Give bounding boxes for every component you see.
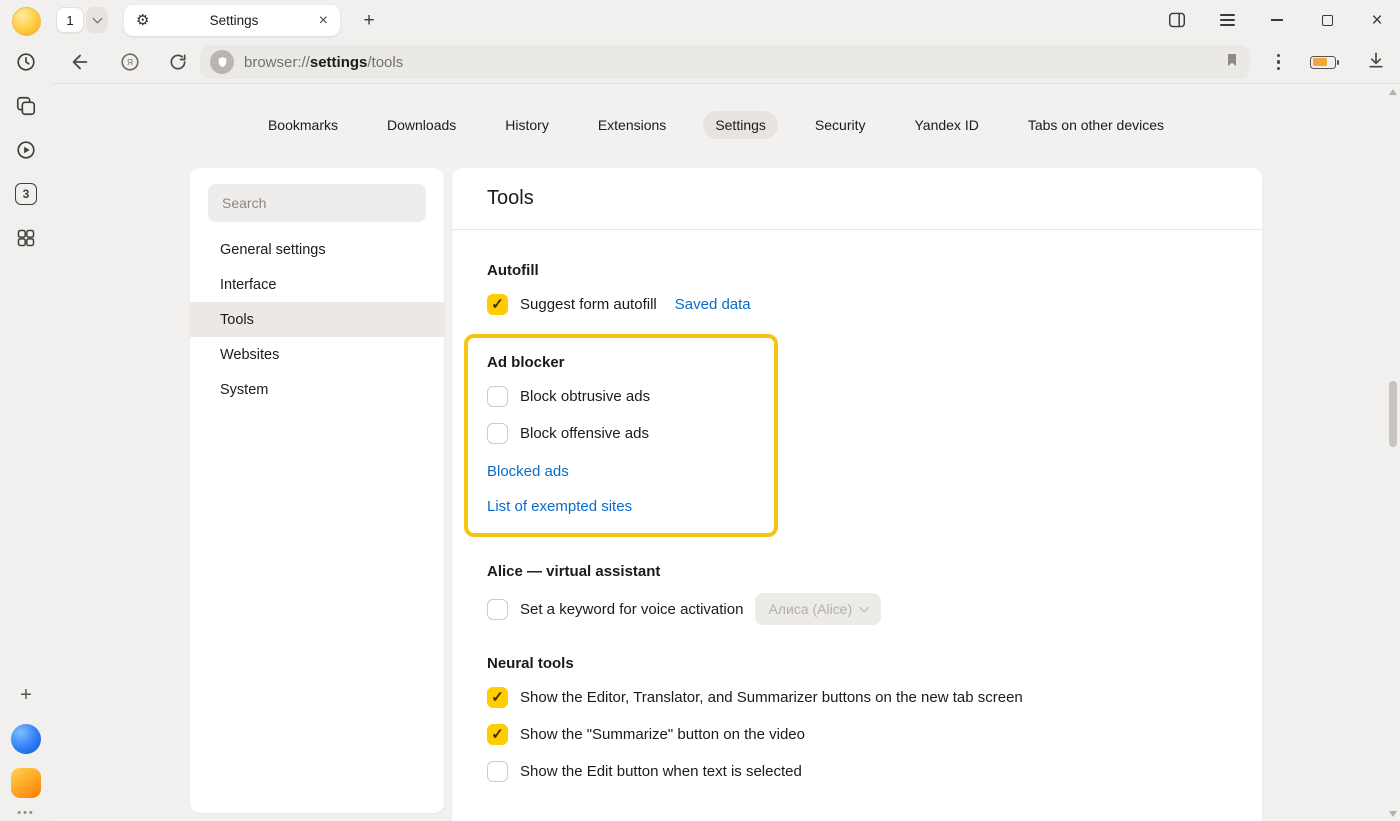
url-prefix: browser:// bbox=[244, 54, 310, 71]
apps-grid-icon[interactable] bbox=[8, 220, 44, 256]
neural-tools-heading: Neural tools bbox=[487, 655, 1227, 672]
alice-keyword-checkbox[interactable] bbox=[487, 599, 508, 620]
neural-edit-row: Show the Edit button when text is select… bbox=[487, 759, 1227, 783]
tab-group-count[interactable]: 1 bbox=[56, 7, 84, 33]
tab-close-icon[interactable]: × bbox=[319, 13, 328, 29]
neural-editor-label: Show the Editor, Translator, and Summari… bbox=[520, 689, 1023, 706]
side-panel-icon[interactable] bbox=[1168, 11, 1186, 29]
close-button[interactable]: × bbox=[1368, 11, 1386, 29]
chevron-down-icon bbox=[92, 13, 102, 23]
settings-section-list: General settings Interface Tools Website… bbox=[190, 232, 444, 407]
neural-summarize-label: Show the "Summarize" button on the video bbox=[520, 726, 805, 743]
app-icon-blue[interactable] bbox=[8, 721, 44, 757]
nav-security[interactable]: Security bbox=[803, 111, 878, 139]
url-highlight: settings bbox=[310, 54, 368, 71]
block-obtrusive-checkbox[interactable] bbox=[487, 386, 508, 407]
nav-downloads[interactable]: Downloads bbox=[375, 111, 468, 139]
battery-icon[interactable] bbox=[1310, 56, 1336, 69]
sidebar-item-tools[interactable]: Tools bbox=[190, 302, 444, 337]
scroll-up-icon[interactable] bbox=[1389, 89, 1397, 95]
sidebar-item-general[interactable]: General settings bbox=[190, 232, 444, 267]
autofill-heading: Autofill bbox=[487, 262, 1227, 279]
block-offensive-checkbox[interactable] bbox=[487, 423, 508, 444]
scroll-down-icon[interactable] bbox=[1389, 811, 1397, 817]
exempted-sites-link[interactable]: List of exempted sites bbox=[487, 498, 632, 515]
blocked-ads-link[interactable]: Blocked ads bbox=[487, 463, 569, 480]
block-offensive-row: Block offensive ads bbox=[487, 421, 754, 445]
nav-yandex-id[interactable]: Yandex ID bbox=[902, 111, 990, 139]
bookmark-icon[interactable] bbox=[1224, 52, 1240, 73]
neural-summarize-checkbox[interactable] bbox=[487, 724, 508, 745]
tools-content-card: Tools Autofill Suggest form autofill Sav… bbox=[452, 168, 1262, 821]
suggest-autofill-checkbox[interactable] bbox=[487, 294, 508, 315]
settings-top-nav: Bookmarks Downloads History Extensions S… bbox=[52, 111, 1380, 139]
video-play-icon[interactable] bbox=[8, 132, 44, 168]
new-tab-button[interactable]: + bbox=[356, 8, 382, 34]
tab-title: Settings bbox=[157, 13, 310, 28]
neural-summarize-row: Show the "Summarize" button on the video bbox=[487, 722, 1227, 746]
tab-group-control: 1 bbox=[56, 7, 108, 33]
nav-tabs-other-devices[interactable]: Tabs on other devices bbox=[1016, 111, 1176, 139]
neural-edit-label: Show the Edit button when text is select… bbox=[520, 763, 802, 780]
more-options-icon[interactable] bbox=[1277, 54, 1281, 71]
ad-blocker-heading: Ad blocker bbox=[487, 354, 754, 371]
browser-side-rail: 3 + ••• bbox=[0, 0, 52, 821]
menu-icon[interactable] bbox=[1218, 11, 1236, 29]
page-scrollbar[interactable] bbox=[1387, 89, 1399, 817]
nav-bookmarks[interactable]: Bookmarks bbox=[256, 111, 350, 139]
settings-sidebar-card: General settings Interface Tools Website… bbox=[190, 168, 444, 813]
block-obtrusive-label: Block obtrusive ads bbox=[520, 388, 650, 405]
titlebar: 1 ⚙ Settings × + × bbox=[52, 0, 1400, 40]
search-input[interactable] bbox=[208, 184, 426, 222]
toolbar: Я browser://settings/tools bbox=[52, 40, 1400, 84]
minimize-button[interactable] bbox=[1268, 11, 1286, 29]
saved-data-link[interactable]: Saved data bbox=[675, 296, 751, 313]
reload-icon[interactable] bbox=[162, 40, 194, 84]
tab-counter-value: 3 bbox=[15, 183, 37, 205]
neural-editor-row: Show the Editor, Translator, and Summari… bbox=[487, 685, 1227, 709]
alice-heading: Alice — virtual assistant bbox=[487, 563, 1227, 580]
svg-text:Я: Я bbox=[127, 58, 133, 67]
ad-blocker-highlight-box: Ad blocker Block obtrusive ads Block off… bbox=[464, 334, 778, 537]
sidebar-item-system[interactable]: System bbox=[190, 372, 444, 407]
alice-keyword-label: Set a keyword for voice activation bbox=[520, 601, 743, 618]
site-shield-icon[interactable] bbox=[210, 50, 234, 74]
sidebar-item-websites[interactable]: Websites bbox=[190, 337, 444, 372]
autofill-row: Suggest form autofill Saved data bbox=[487, 292, 1227, 316]
address-bar[interactable]: browser://settings/tools bbox=[200, 45, 1250, 79]
nav-history[interactable]: History bbox=[493, 111, 561, 139]
url-text: browser://settings/tools bbox=[244, 54, 1214, 71]
nav-settings[interactable]: Settings bbox=[703, 111, 778, 139]
tab-group-dropdown[interactable] bbox=[86, 7, 108, 33]
alice-keyword-row: Set a keyword for voice activation Алиса… bbox=[487, 593, 1227, 625]
url-suffix: /tools bbox=[367, 54, 403, 71]
sidebar-item-interface[interactable]: Interface bbox=[190, 267, 444, 302]
yandex-id-icon[interactable]: Я bbox=[114, 40, 146, 84]
page-title: Tools bbox=[452, 168, 1262, 230]
maximize-button[interactable] bbox=[1318, 11, 1336, 29]
settings-page: Bookmarks Downloads History Extensions S… bbox=[52, 85, 1400, 821]
back-button[interactable] bbox=[64, 40, 96, 84]
alice-keyword-select-value: Алиса (Alice) bbox=[768, 601, 852, 617]
block-obtrusive-row: Block obtrusive ads bbox=[487, 384, 754, 408]
more-apps-icon[interactable]: ••• bbox=[17, 807, 35, 819]
active-tab[interactable]: ⚙ Settings × bbox=[124, 5, 340, 36]
chevron-down-icon bbox=[860, 603, 869, 612]
alice-keyword-select[interactable]: Алиса (Alice) bbox=[755, 593, 880, 625]
block-offensive-label: Block offensive ads bbox=[520, 425, 649, 442]
suggest-autofill-label: Suggest form autofill bbox=[520, 296, 657, 313]
downloads-icon[interactable] bbox=[1366, 50, 1386, 75]
neural-editor-checkbox[interactable] bbox=[487, 687, 508, 708]
add-panel-icon[interactable]: + bbox=[8, 677, 44, 713]
scrollbar-thumb[interactable] bbox=[1389, 381, 1397, 447]
tab-counter-icon[interactable]: 3 bbox=[8, 176, 44, 212]
feed-icon[interactable] bbox=[8, 88, 44, 124]
nav-extensions[interactable]: Extensions bbox=[586, 111, 678, 139]
profile-avatar[interactable] bbox=[12, 7, 41, 36]
app-icon-orange[interactable] bbox=[8, 765, 44, 801]
neural-edit-checkbox[interactable] bbox=[487, 761, 508, 782]
gear-icon: ⚙ bbox=[136, 13, 149, 28]
history-icon[interactable] bbox=[8, 44, 44, 80]
